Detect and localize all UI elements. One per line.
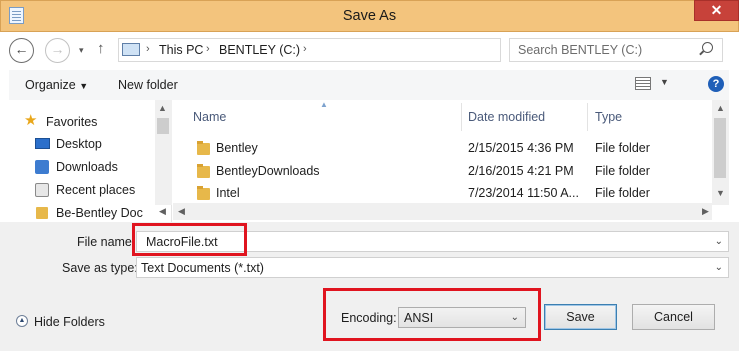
file-name-label: File name:: [77, 235, 136, 249]
desktop-icon: [35, 138, 50, 149]
column-header-type[interactable]: Type: [595, 110, 622, 124]
chevron-down-icon: ⌄: [510, 312, 519, 323]
downloads-icon: [35, 160, 49, 174]
new-folder-button[interactable]: New folder: [118, 78, 178, 92]
recent-places-icon: [35, 183, 49, 197]
file-name-highlight: [132, 223, 247, 256]
file-name: Bentley: [216, 141, 258, 155]
sort-ascending-icon: ▲: [320, 100, 328, 109]
chevron-down-icon[interactable]: ⌄: [715, 262, 723, 273]
file-name: BentleyDownloads: [216, 164, 320, 178]
view-dropdown-icon[interactable]: ▼: [660, 77, 669, 87]
chevron-up-icon[interactable]: ▲: [16, 315, 28, 327]
column-divider[interactable]: [587, 103, 588, 131]
save-as-type-value: Text Documents (*.txt): [141, 261, 264, 275]
hide-folders-button[interactable]: Hide Folders: [34, 315, 105, 329]
breadcrumb-drive[interactable]: BENTLEY (C:): [219, 43, 300, 57]
command-bar: Organize ▼ New folder ▼ ?: [9, 70, 729, 100]
back-arrow-icon[interactable]: ←: [9, 38, 34, 63]
close-button[interactable]: ✕: [694, 0, 739, 21]
recent-locations-chevron-icon[interactable]: ▾: [79, 45, 84, 56]
sidebar-scrollbar[interactable]: [155, 100, 172, 205]
chevron-down-icon: ▼: [79, 81, 89, 91]
file-type: File folder: [595, 164, 650, 178]
up-arrow-icon[interactable]: ↑: [97, 40, 105, 57]
organize-label: Organize: [25, 78, 76, 92]
save-button[interactable]: Save: [544, 304, 617, 330]
address-bar[interactable]: › This PC › BENTLEY (C:) › ▾ ↻: [118, 38, 610, 62]
table-row[interactable]: BentleyDownloads 2/16/2015 4:21 PM File …: [176, 162, 712, 182]
this-pc-icon: [122, 43, 140, 56]
folder-icon: [36, 207, 48, 219]
file-list-scroll-thumb[interactable]: [714, 118, 726, 178]
search-input[interactable]: Search BENTLEY (C:): [509, 38, 723, 62]
scroll-up-icon[interactable]: ▲: [716, 103, 725, 113]
table-row[interactable]: Bentley 2/15/2015 4:36 PM File folder: [176, 139, 712, 159]
sidebar-item-label: Recent places: [56, 183, 136, 197]
folder-icon: [197, 186, 210, 200]
search-placeholder: Search BENTLEY (C:): [518, 43, 643, 57]
sidebar-item-label: Favorites: [46, 115, 98, 129]
save-as-type-label: Save as type:: [62, 261, 138, 275]
breadcrumb-chevron-icon[interactable]: ›: [303, 43, 307, 55]
scroll-left-icon[interactable]: ◀: [159, 206, 166, 217]
table-row[interactable]: Intel 7/23/2014 11:50 A... File folder: [176, 184, 712, 204]
sidebar-item-label: Be-Bentley Doc: [56, 206, 143, 220]
breadcrumb-chevron-icon[interactable]: ›: [206, 43, 210, 55]
chevron-down-icon[interactable]: ⌄: [715, 236, 723, 247]
scroll-right-icon[interactable]: ▶: [702, 206, 709, 217]
organize-button[interactable]: Organize ▼: [25, 78, 88, 92]
file-type: File folder: [595, 141, 650, 155]
file-name: Intel: [216, 186, 240, 200]
column-header-name[interactable]: Name: [193, 110, 226, 124]
star-icon: ★: [24, 112, 38, 129]
window-title: Save As: [342, 8, 397, 24]
cancel-button[interactable]: Cancel: [632, 304, 715, 330]
folder-icon: [197, 141, 210, 155]
sidebar-item-label: Desktop: [56, 137, 102, 151]
file-date: 7/23/2014 11:50 A...: [468, 186, 579, 200]
folder-icon: [197, 164, 210, 178]
breadcrumb-chevron-icon[interactable]: ›: [146, 43, 150, 55]
encoding-label: Encoding:: [341, 311, 397, 325]
breadcrumb-this-pc[interactable]: This PC: [159, 43, 203, 57]
file-type: File folder: [595, 186, 650, 200]
scroll-down-icon[interactable]: ▼: [716, 188, 725, 198]
save-as-type-select[interactable]: Text Documents (*.txt) ⌄: [136, 257, 729, 278]
encoding-value: ANSI: [404, 311, 434, 325]
view-options-icon[interactable]: [635, 77, 651, 90]
scroll-up-icon[interactable]: ▲: [158, 103, 167, 113]
sidebar-item-label: Downloads: [56, 160, 118, 174]
forward-arrow-icon[interactable]: →: [45, 38, 70, 63]
file-date: 2/16/2015 4:21 PM: [468, 164, 574, 178]
search-icon[interactable]: [702, 42, 713, 53]
help-icon[interactable]: ?: [708, 76, 724, 92]
column-divider[interactable]: [461, 103, 462, 131]
scroll-left-icon[interactable]: ◀: [178, 206, 185, 217]
sidebar-scroll-thumb[interactable]: [157, 118, 169, 134]
file-date: 2/15/2015 4:36 PM: [468, 141, 574, 155]
column-header-date-modified[interactable]: Date modified: [468, 110, 545, 124]
encoding-select[interactable]: ANSI ⌄: [398, 307, 526, 328]
horizontal-scrollbar[interactable]: [173, 203, 712, 220]
